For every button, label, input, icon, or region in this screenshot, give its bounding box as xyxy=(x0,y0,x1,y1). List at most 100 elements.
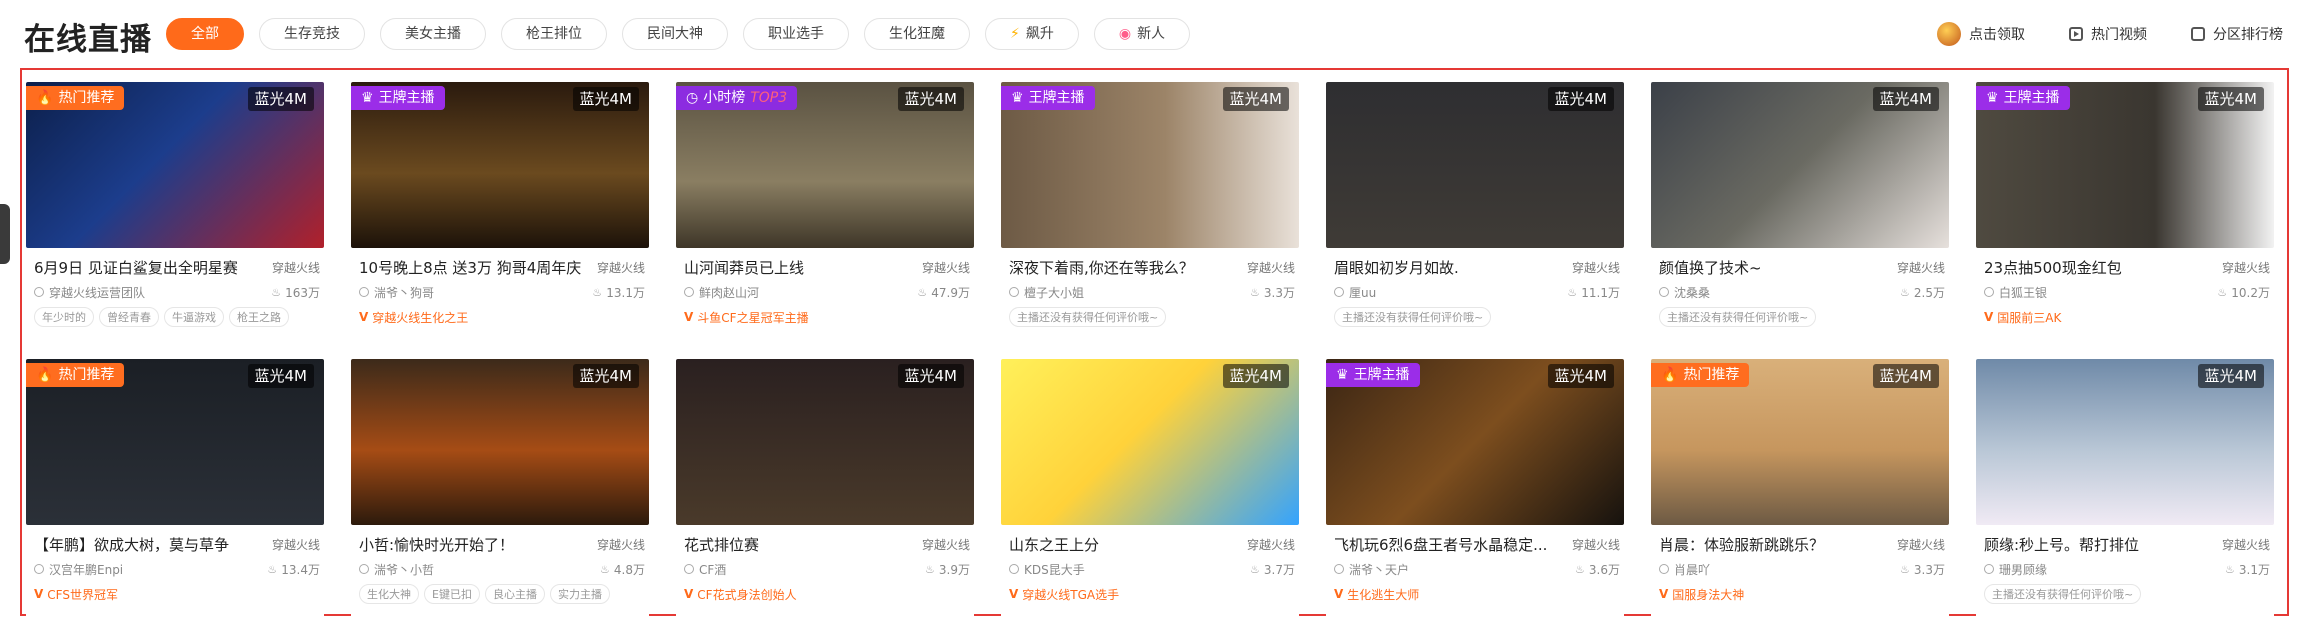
stream-category[interactable]: 穿越火线 xyxy=(1897,536,1945,553)
stream-tag: 主播还没有获得任何评价哦~ xyxy=(1334,307,1492,327)
stream-category[interactable]: 穿越火线 xyxy=(1247,259,1295,276)
anchor-name[interactable]: 珊男顾缘 xyxy=(1984,561,2047,578)
stream-category[interactable]: 穿越火线 xyxy=(1247,536,1295,553)
stream-title[interactable]: 花式排位赛 xyxy=(684,534,759,555)
anchor-name[interactable]: 汉宫年鹏Enpi xyxy=(34,561,123,578)
honor-label: 生化逃生大师 xyxy=(1347,587,1420,602)
filter-chip-label: 枪王排位 xyxy=(526,26,582,42)
stream-title[interactable]: 肖晨：体验服新跳跳乐？ xyxy=(1659,534,1824,555)
anchor-name-label: 湍爷丶小哲 xyxy=(374,562,435,577)
stream-thumbnail[interactable]: 蓝光4M xyxy=(1651,82,1949,248)
stream-title[interactable]: 10号晚上8点 送3万 狗哥4周年庆 xyxy=(359,257,581,278)
stream-category[interactable]: 穿越火线 xyxy=(1572,259,1620,276)
stream-card[interactable]: 🔥 热门推荐 蓝光4M 肖晨：体验服新跳跳乐？ 穿越火线 肖晨吖 ♨ 3.3万 V 国服身法大神 xyxy=(1651,359,1949,623)
anchor-name[interactable]: 檀子大小姐 xyxy=(1009,284,1084,301)
stream-card[interactable]: 蓝光4M 眉眼如初岁月如故. 穿越火线 厘uu ♨ 11.1万 主播还没有获得任何评价哦~ xyxy=(1326,82,1624,346)
stream-category[interactable]: 穿越火线 xyxy=(1572,536,1620,553)
stream-card[interactable]: ♛ 王牌主播 蓝光4M 10号晚上8点 送3万 狗哥4周年庆 穿越火线 湍爷丶狗哥 ♨ 13.… xyxy=(351,82,649,346)
stream-thumbnail[interactable]: 🔥 热门推荐 蓝光4M xyxy=(26,359,324,525)
stream-thumbnail[interactable]: 蓝光4M xyxy=(1976,359,2274,525)
stream-card[interactable]: 蓝光4M 小哲:愉快时光开始了！ 穿越火线 湍爷丶小哲 ♨ 4.8万 生化大神 E键已扣 良心主… xyxy=(351,359,649,623)
stream-thumbnail[interactable]: 🔥 热门推荐 蓝光4M xyxy=(26,82,324,248)
quality-label: 蓝光4M xyxy=(1222,87,1289,111)
stream-card[interactable]: 🔥 热门推荐 蓝光4M 【年鹏】欲成大树，莫与草争 穿越火线 汉宫年鹏Enpi ♨ 13.4万… xyxy=(26,359,324,623)
stream-card[interactable]: 蓝光4M 山东之王上分 穿越火线 KDS昆大手 ♨ 3.7万 V 穿越火线TGA选手 xyxy=(1001,359,1299,623)
anchor-name[interactable]: 白狐王银 xyxy=(1984,284,2047,301)
heat-count: ♨ 2.5万 xyxy=(1900,284,1945,301)
stream-category[interactable]: 穿越火线 xyxy=(597,536,645,553)
anchor-name[interactable]: 沈桑桑 xyxy=(1659,284,1710,301)
anchor-name[interactable]: 湍爷丶狗哥 xyxy=(359,284,434,301)
stream-tag: 枪王之路 xyxy=(229,307,289,327)
stream-title[interactable]: 【年鹏】欲成大树，莫与草争 xyxy=(34,534,229,555)
anchor-name[interactable]: 鲜肉赵山河 xyxy=(684,284,759,301)
stream-title[interactable]: 顾缘:秒上号。帮打排位 xyxy=(1984,534,2139,555)
rank-link[interactable]: 分区排行榜 xyxy=(2191,22,2283,46)
stream-card[interactable]: 🔥 热门推荐 蓝光4M 6月9日 见证白鲨复出全明星赛 穿越火线 穿越火线运营团队 ♨ 163… xyxy=(26,82,324,346)
stream-card[interactable]: ♛ 王牌主播 蓝光4M 深夜下着雨,你还在等我么？ 穿越火线 檀子大小姐 ♨ 3.3万 主播还没… xyxy=(1001,82,1299,346)
stream-category[interactable]: 穿越火线 xyxy=(922,536,970,553)
clock-icon: ◷ xyxy=(686,90,699,106)
stream-thumbnail[interactable]: ♛ 王牌主播 蓝光4M xyxy=(1326,359,1624,525)
honor-label: 穿越火线TGA选手 xyxy=(1022,587,1120,602)
stream-title[interactable]: 23点抽500现金红包 xyxy=(1984,257,2122,278)
anchor-name[interactable]: 肖晨吖 xyxy=(1659,561,1710,578)
stream-category[interactable]: 穿越火线 xyxy=(1897,259,1945,276)
stream-card[interactable]: ♛ 王牌主播 蓝光4M 飞机玩6烈6盘王者号水晶稳定... 穿越火线湍爷丶天户 ♨ 3.6万… xyxy=(1326,359,1624,623)
stream-tags-row: V 国服前三AK xyxy=(1984,307,2270,327)
stream-title[interactable]: 颜值换了技术~ xyxy=(1659,257,1762,278)
stream-title[interactable]: 飞机玩6烈6盘王者号水晶稳定... xyxy=(1334,534,1547,555)
stream-card[interactable]: 蓝光4M 顾缘:秒上号。帮打排位 穿越火线 珊男顾缘 ♨ 3.1万 主播还没有获得任何评价哦… xyxy=(1976,359,2274,623)
stream-card[interactable]: ♛ 王牌主播 蓝光4M 23点抽500现金红包 穿越火线 白狐王银 ♨ 10.2万 V 国服前三A… xyxy=(1976,82,2274,346)
stream-meta-row: 湍爷丶天户 ♨ 3.6万 xyxy=(1334,559,1620,579)
stream-category[interactable]: 穿越火线 xyxy=(597,259,645,276)
stream-thumbnail[interactable]: ♛ 王牌主播 蓝光4M xyxy=(1001,82,1299,248)
lightning-icon: ⚡ xyxy=(1010,26,1020,42)
anchor-name[interactable]: 湍爷丶小哲 xyxy=(359,561,434,578)
stream-category[interactable]: 穿越火线 xyxy=(2222,536,2270,553)
filter-chip[interactable]: 生存竞技 xyxy=(259,18,365,50)
stream-thumbnail[interactable]: ♛ 王牌主播 蓝光4M xyxy=(351,82,649,248)
anchor-name[interactable]: KDS昆大手 xyxy=(1009,561,1085,578)
stream-category[interactable]: 穿越火线 xyxy=(922,259,970,276)
heat-icon: ♨ xyxy=(1250,562,1260,576)
stream-card[interactable]: 蓝光4M 花式排位赛 穿越火线 CF酒 ♨ 3.9万 V CF花式身法创始人 xyxy=(676,359,974,623)
anchor-name[interactable]: 穿越火线运营团队 xyxy=(34,284,145,301)
stream-title[interactable]: 小哲:愉快时光开始了！ xyxy=(359,534,514,555)
stream-title[interactable]: 深夜下着雨,你还在等我么？ xyxy=(1009,257,1194,278)
stream-title[interactable]: 山河闻莽员已上线 xyxy=(684,257,804,278)
filter-chip[interactable]: 职业选手 xyxy=(743,18,849,50)
stream-thumbnail[interactable]: 蓝光4M xyxy=(351,359,649,525)
filter-chip[interactable]: 枪王排位 xyxy=(501,18,607,50)
anchor-name[interactable]: 厘uu xyxy=(1334,284,1376,301)
stream-title[interactable]: 眉眼如初岁月如故. xyxy=(1334,257,1459,278)
hot-videos-link[interactable]: 热门视频 xyxy=(2069,22,2147,46)
anchor-name[interactable]: 湍爷丶天户 xyxy=(1334,561,1409,578)
claim-link[interactable]: 点击领取 xyxy=(1937,22,2025,46)
stream-thumbnail[interactable]: ♛ 王牌主播 蓝光4M xyxy=(1976,82,2274,248)
stream-info: 深夜下着雨,你还在等我么？ 穿越火线 檀子大小姐 ♨ 3.3万 主播还没有获得任何评价哦~ xyxy=(1001,248,1299,327)
stream-tag: 实力主播 xyxy=(549,584,610,604)
filter-chip[interactable]: 全部 xyxy=(166,18,244,50)
filter-chip[interactable]: ◉ 新人 xyxy=(1093,18,1191,50)
stream-thumbnail[interactable]: 蓝光4M xyxy=(1326,82,1624,248)
stream-category[interactable]: 穿越火线 xyxy=(272,259,320,276)
filter-chip[interactable]: 民间大神 xyxy=(622,18,728,50)
stream-title[interactable]: 6月9日 见证白鲨复出全明星赛 xyxy=(34,257,238,278)
stream-thumbnail[interactable]: 蓝光4M xyxy=(1001,359,1299,525)
heat-count: ♨ 3.3万 xyxy=(1250,284,1295,301)
stream-title[interactable]: 山东之王上分 xyxy=(1009,534,1099,555)
stream-thumbnail[interactable]: ◷ 小时榜 TOP3 蓝光4M xyxy=(676,82,974,248)
filter-chip[interactable]: 生化狂魔 xyxy=(864,18,970,50)
heat-value: 3.7万 xyxy=(1263,562,1295,577)
side-drawer-handle[interactable] xyxy=(0,204,10,264)
anchor-name[interactable]: CF酒 xyxy=(684,561,726,578)
stream-card[interactable]: ◷ 小时榜 TOP3 蓝光4M 山河闻莽员已上线 穿越火线 鲜肉赵山河 ♨ 47.9万 V 斗鱼CF… xyxy=(676,82,974,346)
stream-card[interactable]: 蓝光4M 颜值换了技术~ 穿越火线 沈桑桑 ♨ 2.5万 主播还没有获得任何评价哦~ xyxy=(1651,82,1949,346)
filter-chip[interactable]: ⚡ 飙升 xyxy=(985,18,1079,50)
stream-thumbnail[interactable]: 蓝光4M xyxy=(676,359,974,525)
filter-chip[interactable]: 美女主播 xyxy=(380,18,486,50)
stream-category[interactable]: 穿越火线 xyxy=(2222,259,2270,276)
stream-thumbnail[interactable]: 🔥 热门推荐 蓝光4M xyxy=(1651,359,1949,525)
stream-category[interactable]: 穿越火线 xyxy=(272,536,320,553)
